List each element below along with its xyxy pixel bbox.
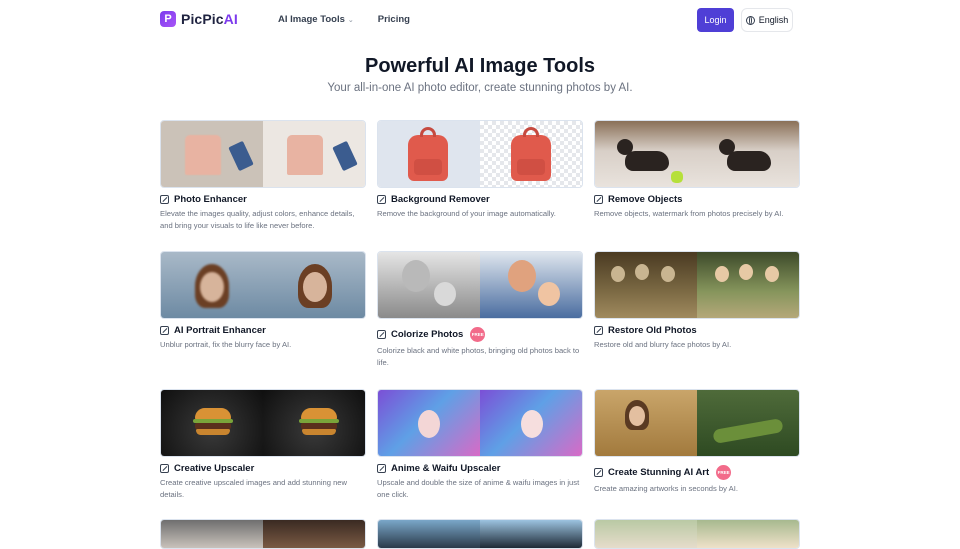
tool-thumbnail xyxy=(377,389,583,457)
tool-description: Remove objects, watermark from photos pr… xyxy=(594,209,784,218)
main-nav: AI Image Tools ⌄ Pricing xyxy=(278,14,410,25)
tool-title: Restore Old Photos xyxy=(608,325,697,336)
nav-pricing[interactable]: Pricing xyxy=(378,14,410,25)
erase-object-icon xyxy=(594,195,603,204)
tool-description: Create creative upscaled images and add … xyxy=(160,478,348,499)
tool-thumbnail xyxy=(160,251,366,319)
login-button[interactable]: Login xyxy=(697,8,734,32)
tool-thumbnail xyxy=(377,519,583,549)
enhance-icon xyxy=(594,326,603,335)
tool-thumbnail xyxy=(160,120,366,188)
tool-description: Elevate the images quality, adjust color… xyxy=(160,209,355,230)
enhance-icon xyxy=(377,464,386,473)
tool-title: Creative Upscaler xyxy=(174,463,255,474)
tool-description: Remove the background of your image auto… xyxy=(377,209,556,218)
enhance-icon xyxy=(160,326,169,335)
tool-title: Background Remover xyxy=(391,194,490,205)
page-subtitle: Your all-in-one AI photo editor, create … xyxy=(327,82,633,94)
logo-text: PicPic xyxy=(181,11,224,27)
eraser-icon xyxy=(377,195,386,204)
language-selector[interactable]: English xyxy=(741,8,793,32)
globe-icon xyxy=(745,15,755,25)
enhance-icon xyxy=(160,464,169,473)
tool-title: Anime & Waifu Upscaler xyxy=(391,463,501,474)
chevron-down-icon: ⌄ xyxy=(347,16,354,24)
tool-description: Unblur portrait, fix the blurry face by … xyxy=(160,340,292,349)
tool-description: Restore old and blurry face photos by AI… xyxy=(594,340,732,349)
page-title: Powerful AI Image Tools xyxy=(364,55,596,77)
tool-thumbnail xyxy=(377,251,583,319)
tool-thumbnail xyxy=(160,519,366,549)
nav-ai-image-tools[interactable]: AI Image Tools ⌄ xyxy=(278,14,354,25)
free-badge: FREE xyxy=(470,327,486,342)
tool-thumbnail xyxy=(594,120,800,188)
logo-text-ai: AI xyxy=(223,11,238,27)
tool-title: Colorize Photos xyxy=(391,329,464,340)
site-header: P PicPicAI AI Image Tools ⌄ Pricing Logi… xyxy=(0,0,960,40)
tool-thumbnail xyxy=(160,389,366,457)
enhance-icon xyxy=(160,195,169,204)
tool-description: Upscale and double the size of anime & w… xyxy=(377,478,580,499)
free-badge: FREE xyxy=(716,465,732,480)
language-label: English xyxy=(758,15,789,25)
logo-icon: P xyxy=(160,11,176,27)
tool-title: AI Portrait Enhancer xyxy=(174,325,266,336)
tool-description: Colorize black and white photos, bringin… xyxy=(377,346,580,367)
tool-thumbnail xyxy=(594,519,800,549)
tool-description: Create amazing artworks in seconds by AI… xyxy=(594,484,738,493)
tool-thumbnail xyxy=(594,251,800,319)
nav-label: AI Image Tools xyxy=(278,14,345,25)
tool-title: Create Stunning AI Art xyxy=(608,467,710,478)
tool-title: Remove Objects xyxy=(608,194,683,205)
tool-title: Photo Enhancer xyxy=(174,194,247,205)
logo[interactable]: P PicPicAI xyxy=(160,11,238,27)
tool-thumbnail xyxy=(377,120,583,188)
tool-thumbnail xyxy=(594,389,800,457)
nav-label: Pricing xyxy=(377,14,410,25)
ai-art-icon xyxy=(594,468,603,477)
enhance-icon xyxy=(377,330,386,339)
